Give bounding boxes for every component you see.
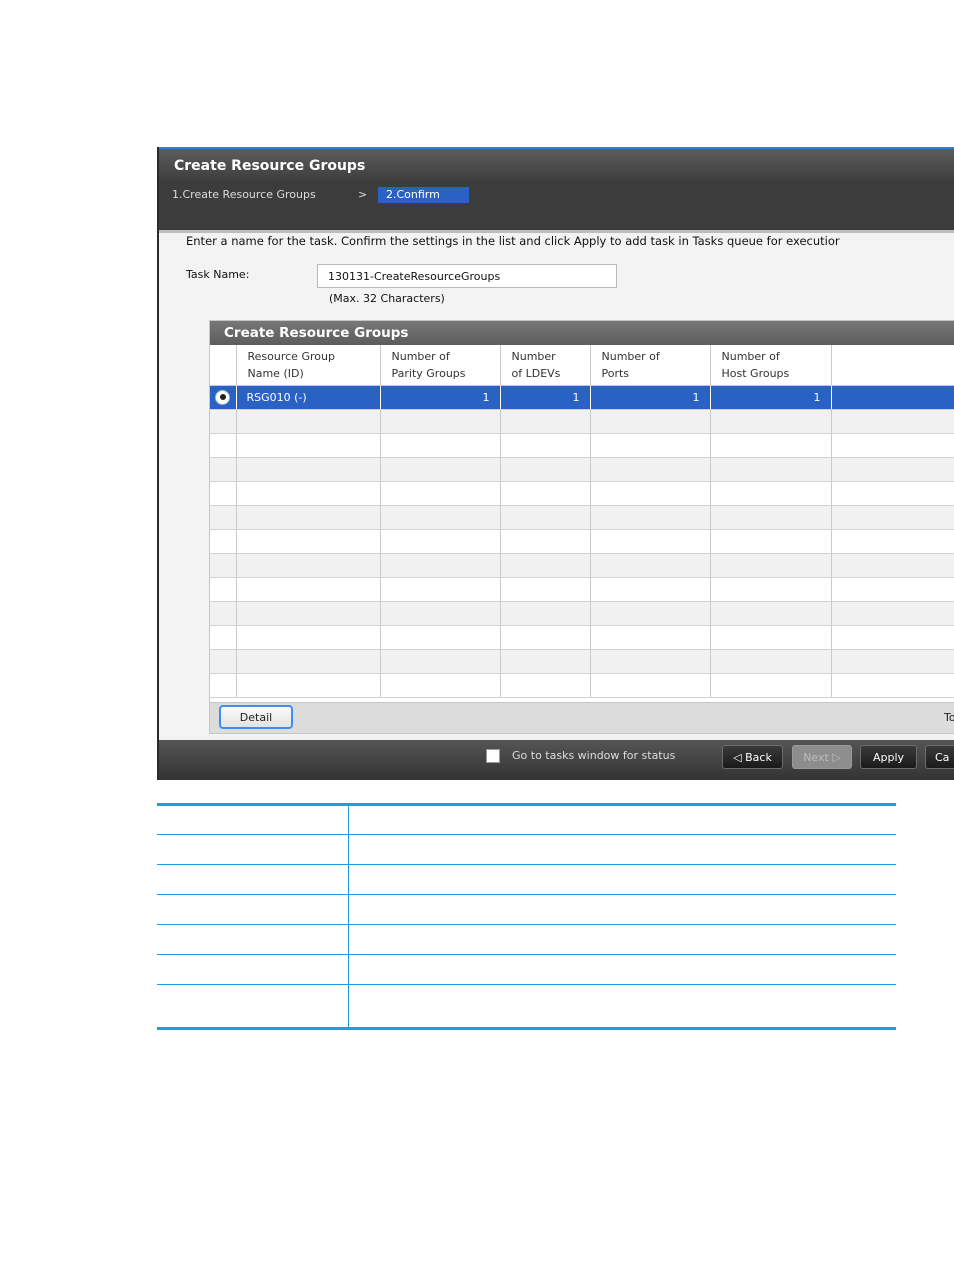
table-row[interactable]: RSG010 (-) 1 1 1 1 xyxy=(210,385,954,410)
wizard-step-separator: > xyxy=(358,188,368,201)
wizard-step-bar: 1.Create Resource Groups > 2.Confirm xyxy=(159,183,954,233)
empty-row xyxy=(210,553,954,578)
column-header-blank xyxy=(831,345,954,386)
select-column-header xyxy=(210,345,237,386)
document-table xyxy=(157,803,896,1030)
next-button: Next ▷ xyxy=(792,745,852,769)
empty-row xyxy=(210,625,954,650)
bottom-action-bar: Go to tasks window for status ◁ Back Nex… xyxy=(159,740,954,780)
cell-blank xyxy=(831,385,954,410)
resource-groups-panel: Create Resource Groups Resource Group Na… xyxy=(209,320,954,734)
cell-host-groups: 1 xyxy=(710,385,832,410)
document-table-row xyxy=(157,804,896,835)
go-to-tasks-label: Go to tasks window for status xyxy=(512,749,676,762)
document-table-row xyxy=(157,984,896,1029)
task-name-hint: (Max. 32 Characters) xyxy=(329,292,445,305)
empty-row xyxy=(210,601,954,626)
empty-row xyxy=(210,481,954,506)
empty-row xyxy=(210,673,954,698)
document-table-row xyxy=(157,894,896,925)
document-table-row xyxy=(157,864,896,895)
panel-footer: Detail To xyxy=(210,702,954,733)
cell-ldevs: 1 xyxy=(500,385,591,410)
empty-row xyxy=(210,649,954,674)
column-header-ports[interactable]: Number of Ports xyxy=(590,345,711,386)
column-header-name[interactable]: Resource Group Name (ID) xyxy=(236,345,381,386)
instruction-text: Enter a name for the task. Confirm the s… xyxy=(186,234,840,248)
apply-button[interactable]: Apply xyxy=(860,745,917,769)
empty-row xyxy=(210,529,954,554)
cell-parity-groups: 1 xyxy=(380,385,501,410)
document-table-row xyxy=(157,924,896,955)
empty-row xyxy=(210,505,954,530)
row-radio-button[interactable] xyxy=(215,389,230,405)
window-title: Create Resource Groups xyxy=(159,147,954,183)
empty-row xyxy=(210,433,954,458)
resource-groups-table: Resource Group Name (ID) Number of Parit… xyxy=(210,345,954,698)
panel-title: Create Resource Groups xyxy=(210,321,954,345)
empty-row xyxy=(210,577,954,602)
total-label: To xyxy=(944,711,954,724)
back-button[interactable]: ◁ Back xyxy=(722,745,783,769)
table-header-row: Resource Group Name (ID) Number of Parit… xyxy=(210,345,954,386)
go-to-tasks-checkbox[interactable] xyxy=(486,749,500,763)
detail-button[interactable]: Detail xyxy=(219,705,293,729)
column-header-ldevs[interactable]: Number of LDEVs xyxy=(500,345,591,386)
empty-row xyxy=(210,457,954,482)
cell-ports: 1 xyxy=(590,385,711,410)
empty-row xyxy=(210,409,954,434)
column-header-host-groups[interactable]: Number of Host Groups xyxy=(710,345,832,386)
task-name-label: Task Name: xyxy=(186,268,250,281)
document-table-row xyxy=(157,954,896,985)
wizard-step-create[interactable]: 1.Create Resource Groups xyxy=(172,188,316,201)
cancel-button[interactable]: Ca xyxy=(925,745,954,769)
column-header-parity-groups[interactable]: Number of Parity Groups xyxy=(380,345,501,386)
document-table-row xyxy=(157,834,896,865)
task-name-input[interactable] xyxy=(317,264,617,288)
cell-name: RSG010 (-) xyxy=(236,385,381,410)
create-resource-groups-window: Create Resource Groups 1.Create Resource… xyxy=(157,147,954,780)
wizard-step-confirm[interactable]: 2.Confirm xyxy=(378,187,469,203)
